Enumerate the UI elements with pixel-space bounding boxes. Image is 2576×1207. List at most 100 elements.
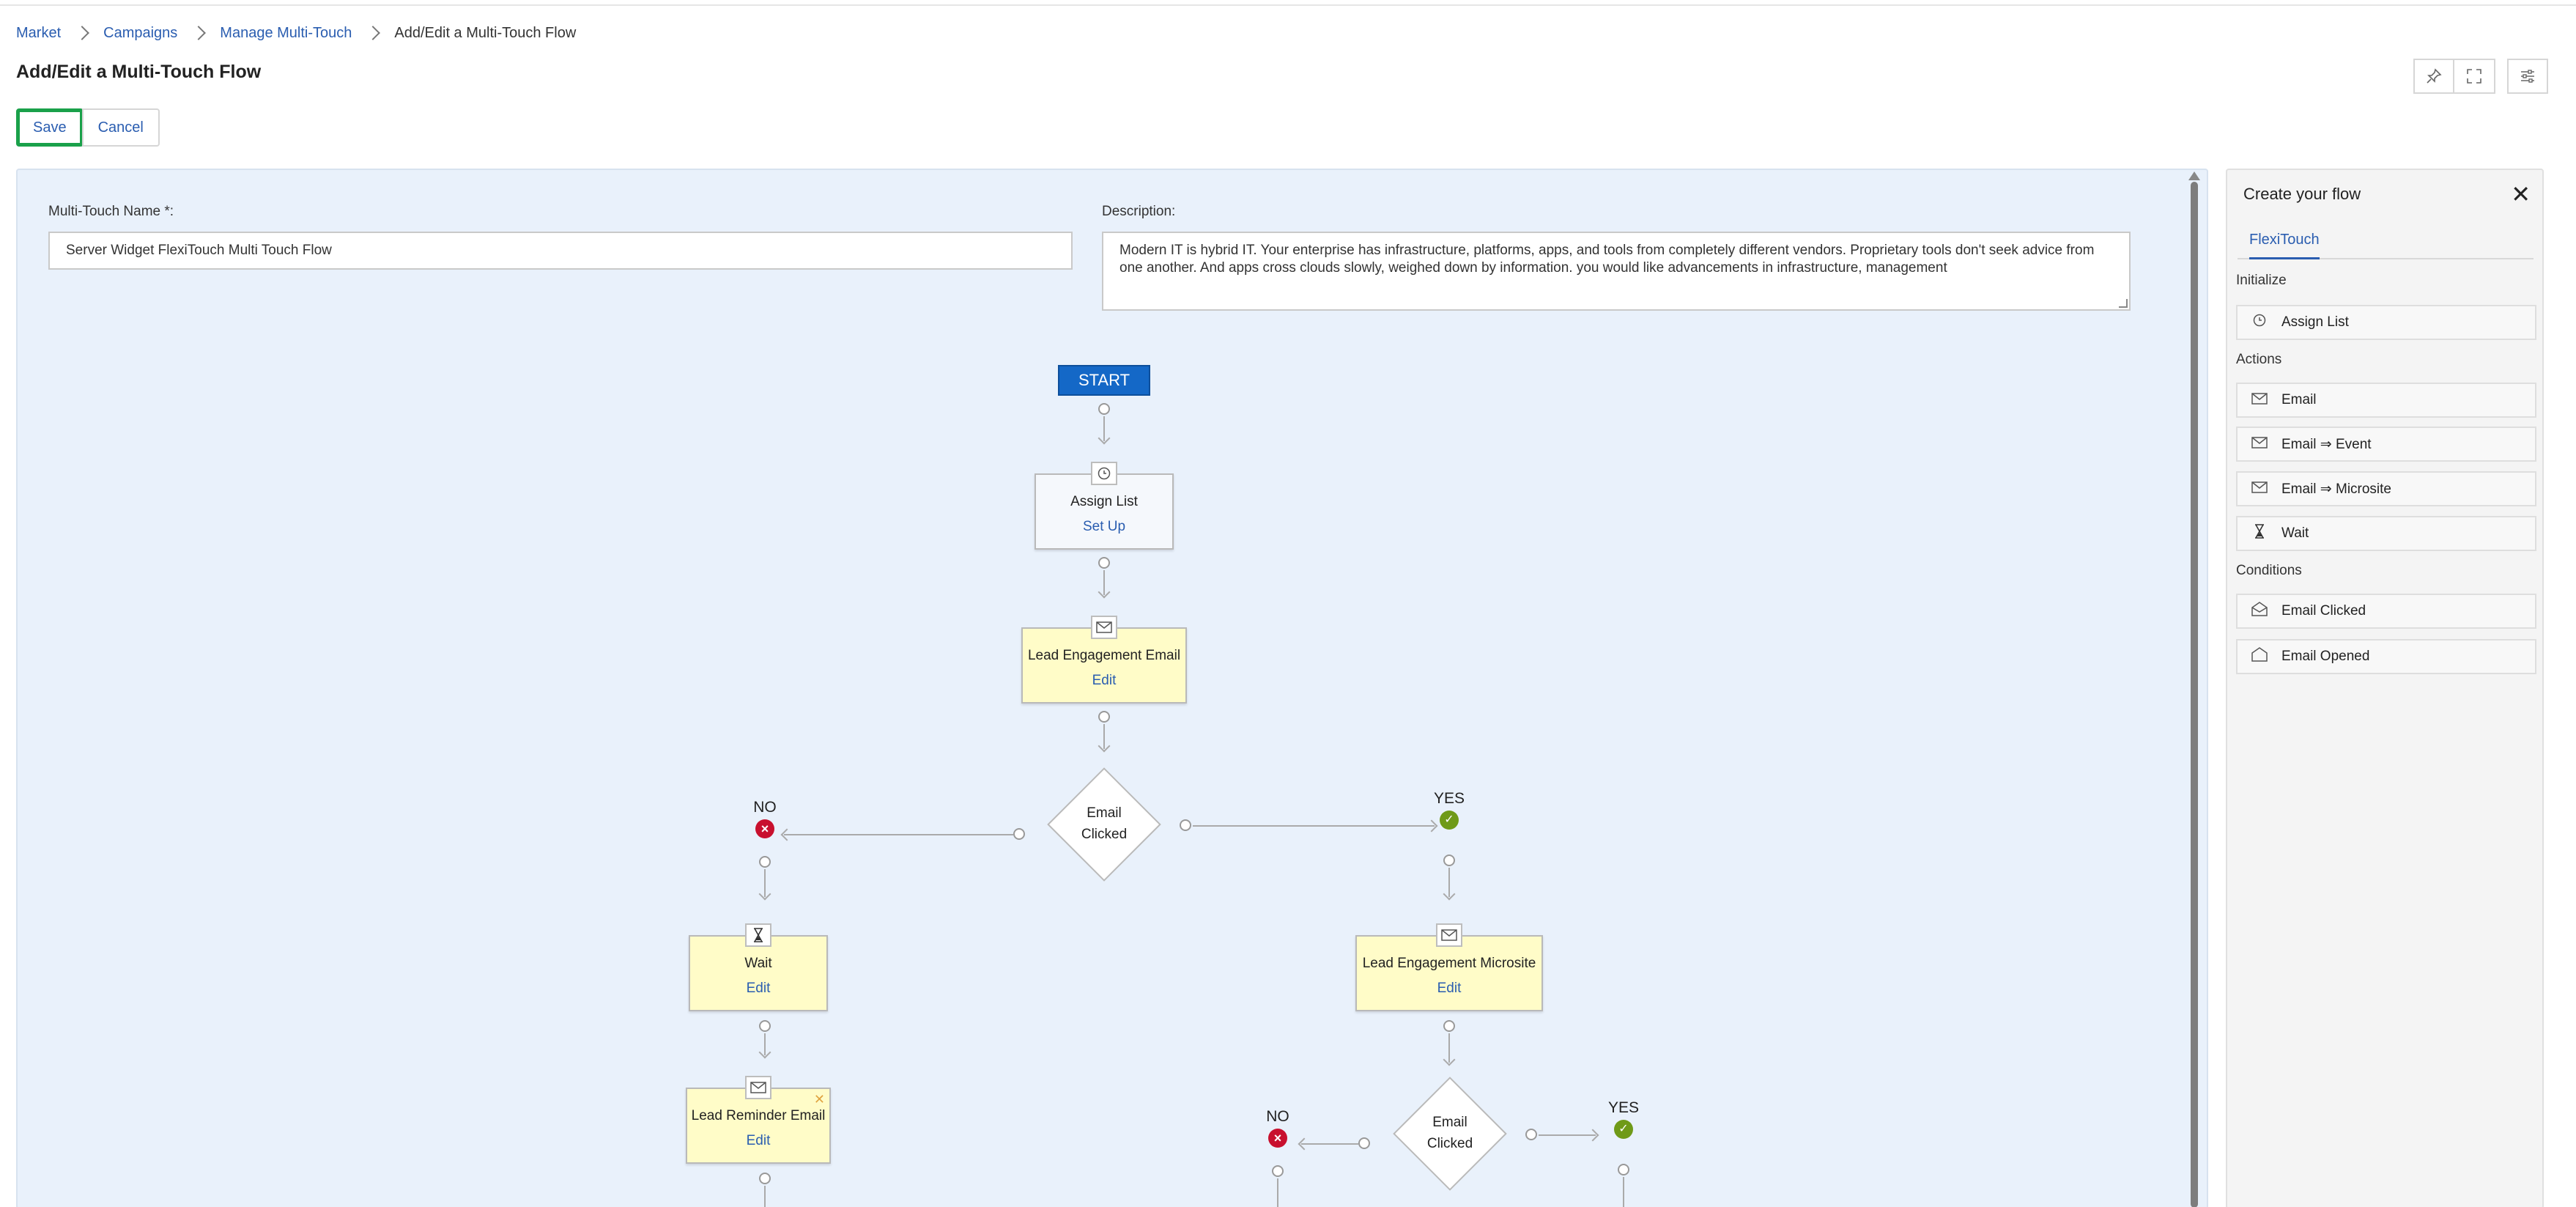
- tab-flexitouch[interactable]: FlexiTouch: [2249, 232, 2320, 259]
- connector-line: [1193, 825, 1435, 827]
- connector-line: [1623, 1177, 1624, 1207]
- assign-list-icon: [2238, 313, 2281, 332]
- arrow-left-icon: [780, 828, 793, 841]
- connector-dot[interactable]: [759, 1020, 771, 1032]
- email-icon: [2238, 436, 2281, 453]
- condition-line-2: Clicked: [1426, 1136, 1473, 1151]
- connector-dot[interactable]: [759, 1173, 771, 1184]
- email-icon: [1436, 923, 1462, 947]
- condition-label: Email Clicked: [1045, 802, 1163, 845]
- breadcrumb-manage-multi-touch[interactable]: Manage Multi-Touch: [220, 25, 352, 42]
- multi-touch-name-input[interactable]: Server Widget FlexiTouch Multi Touch Flo…: [48, 232, 1073, 270]
- condition-line-1: Email: [1432, 1115, 1467, 1130]
- breadcrumb: Market Campaigns Manage Multi-Touch Add/…: [16, 22, 576, 44]
- arrow-down-icon: [758, 1046, 771, 1059]
- chevron-right-icon: [75, 26, 90, 40]
- palette-item-email-microsite[interactable]: Email ⇒ Microsite: [2236, 471, 2536, 506]
- start-node[interactable]: START: [1058, 365, 1150, 396]
- palette-item-email-opened[interactable]: Email Opened: [2236, 639, 2536, 674]
- palette-item-wait[interactable]: Wait: [2236, 516, 2536, 551]
- envelope-outline-icon: [2238, 647, 2281, 666]
- node-title: Assign List: [1070, 494, 1138, 509]
- lead-reminder-email-node[interactable]: ✕ Lead Reminder Email Edit: [686, 1076, 831, 1164]
- condition-line-1: Email: [1087, 805, 1122, 821]
- breadcrumb-market[interactable]: Market: [16, 25, 61, 42]
- lead-engagement-email-node[interactable]: Lead Engagement Email Edit: [1021, 616, 1187, 704]
- flow-canvas[interactable]: Multi-Touch Name *: Server Widget FlexiT…: [16, 169, 2208, 1207]
- node-title: Lead Engagement Email: [1027, 648, 1181, 663]
- scroll-up-arrow-icon[interactable]: [2188, 171, 2200, 180]
- name-label: Multi-Touch Name *:: [48, 204, 174, 219]
- connector-dot[interactable]: [759, 856, 771, 868]
- arrow-down-icon: [1443, 1053, 1456, 1066]
- yes-check-icon: ✓: [1614, 1120, 1633, 1139]
- section-actions: Actions: [2236, 352, 2282, 367]
- connector-dot[interactable]: [1098, 711, 1110, 723]
- email-icon: [2238, 481, 2281, 498]
- node-title: Lead Reminder Email: [691, 1108, 826, 1123]
- remove-node-icon[interactable]: ✕: [814, 1092, 825, 1107]
- palette-item-email-event[interactable]: Email ⇒ Event: [2236, 427, 2536, 462]
- connector-dot[interactable]: [1443, 1020, 1455, 1032]
- palette-item-label: Assign List: [2281, 314, 2349, 330]
- wait-node[interactable]: Wait Edit: [689, 923, 828, 1011]
- description-label: Description:: [1102, 204, 1176, 219]
- connector-dot[interactable]: [1180, 819, 1191, 831]
- condition-label: Email Clicked: [1391, 1112, 1509, 1154]
- palette-item-label: Email Clicked: [2281, 603, 2366, 619]
- fullscreen-icon[interactable]: [2454, 59, 2495, 94]
- palette-item-email-clicked[interactable]: Email Clicked: [2236, 594, 2536, 629]
- palette-item-label: Email: [2281, 392, 2317, 407]
- arrow-right-icon: [1586, 1129, 1599, 1142]
- page-title: Add/Edit a Multi-Touch Flow: [16, 62, 262, 82]
- edit-link[interactable]: Edit: [1357, 981, 1541, 997]
- save-button[interactable]: Save: [16, 108, 84, 147]
- cancel-button[interactable]: Cancel: [81, 108, 160, 147]
- no-label: NO: [1266, 1108, 1289, 1125]
- pin-icon[interactable]: [2413, 59, 2454, 94]
- breadcrumb-current: Add/Edit a Multi-Touch Flow: [394, 24, 577, 41]
- edit-link[interactable]: Edit: [687, 1133, 829, 1149]
- connector-dot[interactable]: [1525, 1129, 1537, 1140]
- section-conditions: Conditions: [2236, 563, 2302, 578]
- edit-link[interactable]: Edit: [1023, 673, 1185, 689]
- connector-dot[interactable]: [1443, 855, 1455, 866]
- breadcrumb-campaigns[interactable]: Campaigns: [103, 25, 177, 42]
- arrow-left-icon: [1298, 1137, 1311, 1151]
- top-border: [0, 0, 2576, 6]
- palette-item-label: Email Opened: [2281, 649, 2370, 664]
- condition-line-2: Clicked: [1081, 827, 1128, 842]
- email-icon: [2238, 392, 2281, 409]
- node-title: Lead Engagement Microsite: [1362, 956, 1536, 971]
- palette-item-label: Email ⇒ Microsite: [2281, 481, 2391, 497]
- assign-list-icon: [1091, 462, 1117, 485]
- yes-label: YES: [1607, 1099, 1640, 1116]
- chevron-right-icon: [366, 26, 381, 40]
- chevron-right-icon: [191, 26, 207, 40]
- panel-title: Create your flow: [2243, 185, 2361, 203]
- connector-dot[interactable]: [1013, 828, 1025, 840]
- palette-item-assign-list[interactable]: Assign List: [2236, 305, 2536, 340]
- assign-list-node[interactable]: Assign List Set Up: [1035, 462, 1174, 550]
- setup-link[interactable]: Set Up: [1036, 519, 1172, 535]
- resize-handle-icon[interactable]: [2119, 299, 2128, 308]
- top-toolbar: [2413, 59, 2548, 94]
- edit-link[interactable]: Edit: [690, 981, 826, 997]
- connector-dot[interactable]: [1098, 403, 1110, 415]
- connector-dot[interactable]: [1358, 1137, 1370, 1149]
- lead-engagement-microsite-node[interactable]: Lead Engagement Microsite Edit: [1355, 923, 1543, 1011]
- settings-sliders-icon[interactable]: [2507, 59, 2548, 94]
- connector-dot[interactable]: [1618, 1164, 1629, 1175]
- connector-line: [1277, 1178, 1278, 1207]
- connector-dot[interactable]: [1098, 557, 1110, 569]
- arrow-down-icon: [1443, 887, 1456, 901]
- palette-item-email[interactable]: Email: [2236, 383, 2536, 418]
- no-cross-icon: ×: [1268, 1129, 1287, 1148]
- connector-dot[interactable]: [1272, 1165, 1284, 1177]
- close-icon[interactable]: ✕: [2511, 180, 2531, 208]
- open-envelope-icon: [2238, 602, 2281, 621]
- yes-label: YES: [1433, 790, 1465, 807]
- description-textarea[interactable]: Modern IT is hybrid IT. Your enterprise …: [1102, 232, 2131, 311]
- connector-line: [784, 834, 1013, 835]
- canvas-scrollbar[interactable]: [2191, 182, 2198, 1207]
